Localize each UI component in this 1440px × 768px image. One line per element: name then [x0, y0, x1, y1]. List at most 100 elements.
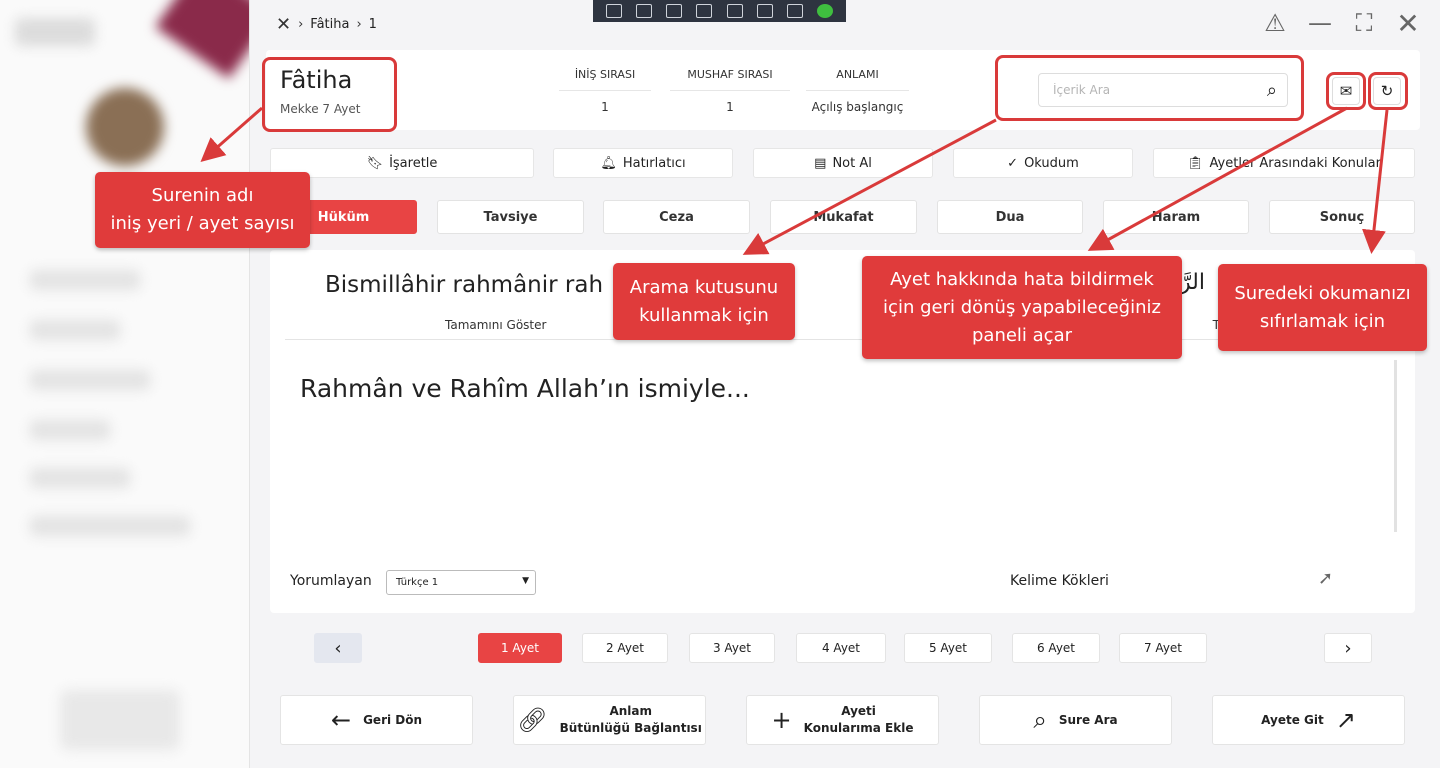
clipboard-icon: 📋︎: [1187, 155, 1204, 171]
show-all-link[interactable]: Tamamını Göster: [445, 318, 546, 332]
action-label: Hatırlatıcı: [622, 155, 686, 171]
sidebar-item[interactable]: [30, 320, 120, 340]
tab-mukafat[interactable]: Mukafat: [770, 200, 917, 234]
action-label: Ayetler Arasındaki Konular: [1209, 155, 1381, 171]
action-label: Not Al: [832, 155, 872, 171]
sura-search-label: Sure Ara: [1058, 713, 1118, 727]
toolbar-icon[interactable]: [606, 4, 623, 18]
page-button[interactable]: 7 Ayet: [1119, 633, 1207, 663]
meta-label: İNİŞ SIRASI: [559, 68, 651, 91]
bookmark-button[interactable]: 🔖︎ İşaretle: [270, 148, 534, 178]
callout-line: Ayet hakkında hata bildirmek: [890, 268, 1154, 290]
toolbar-icon[interactable]: [696, 4, 713, 18]
warning-icon[interactable]: ⚠: [1260, 8, 1290, 38]
ayet-meaning: Rahmân ve Rahîm Allah’ın ismiyle...: [300, 374, 750, 403]
search-icon: ⌕: [1033, 706, 1047, 734]
sidebar-item[interactable]: [30, 370, 150, 390]
meta-mushaf: MUSHAF SIRASI 1: [670, 68, 790, 114]
sidebar: [0, 0, 250, 768]
meta-label: ANLAMI: [806, 68, 909, 91]
callout-report: Ayet hakkında hata bildirmek için geri d…: [862, 256, 1182, 359]
interpreter-value: Türkçe 1: [396, 577, 439, 588]
check-icon: ✓: [1007, 155, 1019, 171]
link-icon: 🔗︎: [517, 706, 548, 734]
back-label: Geri Dön: [363, 713, 423, 727]
callout-line: Suredeki okumanızı: [1234, 282, 1411, 304]
meta-anlam: ANLAMI Açılış başlangıç: [806, 68, 909, 114]
fullscreen-icon[interactable]: ⛶: [1349, 8, 1379, 38]
remote-toolbar: [593, 0, 846, 22]
reminder-button[interactable]: 🔔︎ Hatırlatıcı: [553, 148, 733, 178]
toolbar-icon[interactable]: [666, 4, 683, 18]
arrow-up-right-icon: ↗: [1335, 706, 1356, 734]
check-circle-icon[interactable]: [816, 4, 833, 18]
chevron-right-icon: ›: [298, 17, 304, 32]
interpreter-label: Yorumlayan: [290, 573, 372, 589]
callout-line: paneli açar: [971, 324, 1073, 346]
note-button[interactable]: ▤ Not Al: [753, 148, 933, 178]
label-line: Ayeti: [841, 704, 876, 718]
avatar[interactable]: [86, 88, 164, 166]
goto-ayet-button[interactable]: Ayete Git ↗: [1212, 695, 1405, 745]
sidebar-item[interactable]: [30, 516, 190, 536]
close-icon[interactable]: ✕: [1393, 7, 1423, 40]
sidebar-item[interactable]: [30, 420, 110, 440]
breadcrumb-item[interactable]: Fâtiha: [310, 17, 349, 32]
tab-dua[interactable]: Dua: [937, 200, 1083, 234]
label-line: Konularıma Ekle: [803, 721, 914, 735]
meta-label: MUSHAF SIRASI: [670, 68, 790, 91]
annotation-highlight-search: [995, 55, 1304, 121]
chevron-left-icon: ‹: [334, 637, 342, 659]
note-icon: ▤: [814, 155, 827, 171]
meta-value: 1: [601, 100, 609, 114]
word-roots-link[interactable]: Kelime Kökleri: [1010, 573, 1109, 589]
minimize-icon[interactable]: —: [1305, 8, 1335, 38]
toolbar-icon[interactable]: [726, 4, 743, 18]
breadcrumb: ✕ › Fâtiha › 1: [276, 14, 377, 35]
label-line: Anlam: [609, 704, 652, 718]
page-button[interactable]: 5 Ayet: [904, 633, 992, 663]
page-button[interactable]: 2 Ayet: [582, 633, 668, 663]
interpreter-select[interactable]: Türkçe 1 ▼: [386, 570, 536, 595]
meta-value: 1: [726, 100, 734, 114]
meta-value: Açılış başlangıç: [811, 100, 904, 114]
tab-ceza[interactable]: Ceza: [603, 200, 750, 234]
callout-line: iniş yeri / ayet sayısı: [110, 213, 295, 234]
meaning-link-label: Anlam Bütünlüğü Bağlantısı: [560, 703, 702, 737]
topics-button[interactable]: 📋︎ Ayetler Arasındaki Konular: [1153, 148, 1415, 178]
add-to-topics-button[interactable]: + Ayeti Konularıma Ekle: [746, 695, 939, 745]
page-button[interactable]: 3 Ayet: [689, 633, 775, 663]
toolbar-icon[interactable]: [786, 4, 803, 18]
callout-line: için geri dönüş yapabileceğiniz: [883, 296, 1161, 318]
next-page-button[interactable]: ›: [1324, 633, 1372, 663]
meaning-link-button[interactable]: 🔗︎ Anlam Bütünlüğü Bağlantısı: [513, 695, 706, 745]
caret-down-icon: ▼: [522, 576, 529, 586]
sura-search-button[interactable]: ⌕ Sure Ara: [979, 695, 1172, 745]
transliteration: Bismillâhir rahmânir rah: [325, 272, 604, 298]
chevron-right-icon: ›: [356, 17, 362, 32]
sidebar-item[interactable]: [30, 270, 140, 290]
breadcrumb-item[interactable]: 1: [369, 17, 377, 32]
toolbar-icon[interactable]: [636, 4, 653, 18]
sidebar-item[interactable]: [30, 468, 130, 488]
tab-haram[interactable]: Haram: [1103, 200, 1249, 234]
page-button[interactable]: 1 Ayet: [478, 633, 562, 663]
back-button[interactable]: ← Geri Dön: [280, 695, 473, 745]
annotation-highlight-sura: [262, 57, 397, 132]
read-button[interactable]: ✓ Okudum: [953, 148, 1133, 178]
annotation-highlight-reset: [1368, 72, 1408, 110]
sidebar-logo: [15, 18, 95, 46]
callout-reset: Suredeki okumanızı sıfırlamak için: [1218, 264, 1427, 351]
toolbar-icon[interactable]: [756, 4, 773, 18]
bell-icon: 🔔︎: [600, 155, 617, 171]
tab-sonuc[interactable]: Sonuç: [1269, 200, 1415, 234]
scrollbar[interactable]: [1394, 360, 1397, 532]
sidebar-decoration: [155, 0, 249, 79]
app-logo-icon[interactable]: ✕: [276, 14, 291, 35]
arrow-left-icon: ←: [330, 706, 352, 734]
page-button[interactable]: 6 Ayet: [1012, 633, 1100, 663]
prev-page-button[interactable]: ‹: [314, 633, 362, 663]
meta-inis: İNİŞ SIRASI 1: [559, 68, 651, 114]
page-button[interactable]: 4 Ayet: [796, 633, 886, 663]
tab-tavsiye[interactable]: Tavsiye: [437, 200, 584, 234]
